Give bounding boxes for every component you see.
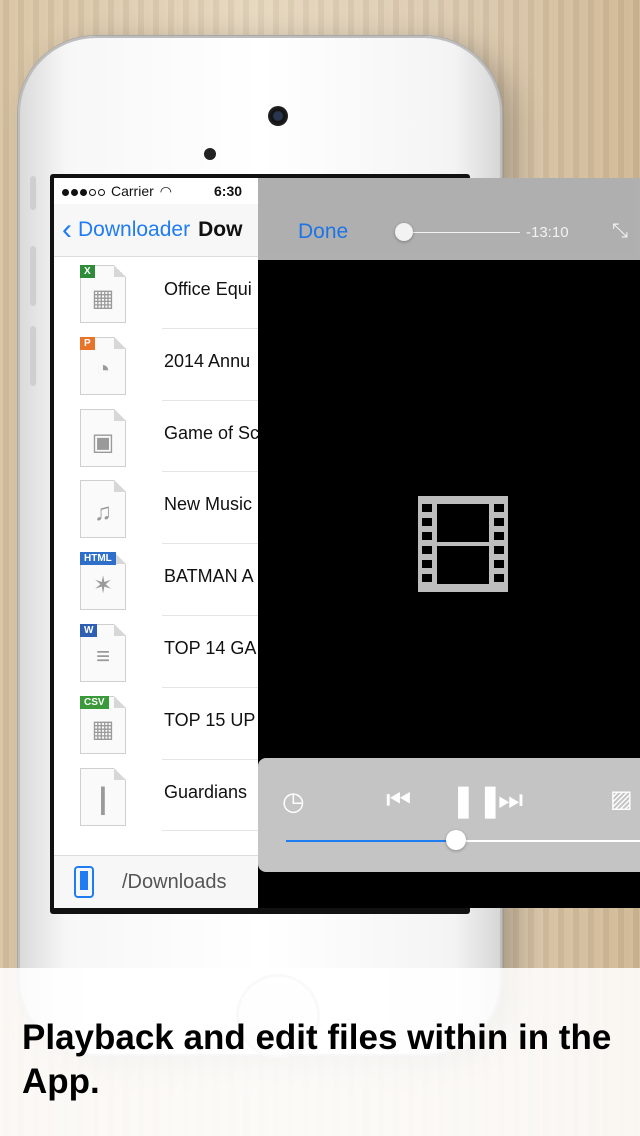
file-type-badge: CSV xyxy=(80,695,109,709)
status-time: 6:30 xyxy=(214,183,243,199)
exit-fullscreen-icon[interactable]: ⤡ xyxy=(612,220,628,243)
proximity-sensor xyxy=(204,148,216,160)
device-icon[interactable] xyxy=(74,866,94,898)
file-name: New Music xyxy=(164,494,253,515)
file-type-badge: W xyxy=(80,623,98,637)
next-track-icon[interactable]: ⏭ xyxy=(498,786,523,814)
front-camera xyxy=(268,106,288,126)
file-glyph-icon: ▦ xyxy=(91,715,115,743)
previous-track-icon[interactable]: ⏮ xyxy=(386,786,411,814)
volume-knob[interactable] xyxy=(445,830,466,850)
carrier-label: Carrier xyxy=(111,183,154,199)
file-name: Office Equi xyxy=(164,279,252,299)
pause-icon[interactable]: ❚❚ xyxy=(450,784,504,816)
current-path: /Downloads xyxy=(122,870,227,893)
file-glyph-icon: ✶ xyxy=(92,572,114,600)
file-glyph-icon: ◔ xyxy=(95,355,111,383)
scrubber-track[interactable] xyxy=(398,232,520,233)
mute-switch xyxy=(30,176,36,210)
file-type-badge: P xyxy=(80,336,95,350)
back-button[interactable]: Downloader xyxy=(78,218,190,242)
file-icon: CSV ▦ xyxy=(80,695,126,754)
film-strip-icon xyxy=(418,496,508,592)
picture-icon[interactable]: ▨ xyxy=(610,788,633,812)
file-icon: ┃ xyxy=(80,767,126,826)
nav-title: Dow xyxy=(198,218,243,241)
file-name: TOP 15 UP xyxy=(164,709,256,730)
file-name: BATMAN A xyxy=(164,566,254,587)
signal-dots xyxy=(62,183,107,199)
file-glyph-icon: ┃ xyxy=(95,787,111,815)
file-icon: W ≡ xyxy=(80,623,126,682)
file-icon: ▣ xyxy=(80,408,126,467)
scrubber-knob[interactable] xyxy=(395,223,414,241)
file-name: Game of Sc xyxy=(164,422,260,443)
file-icon: X ▦ xyxy=(80,265,126,323)
file-glyph-icon: ▣ xyxy=(91,428,115,456)
file-icon: ♫ xyxy=(80,480,126,539)
volume-fill xyxy=(286,840,456,842)
file-glyph-icon: ≡ xyxy=(95,642,110,670)
caption-text: Playback and edit files within in the Ap… xyxy=(22,1018,612,1101)
file-name: Guardians xyxy=(164,781,248,802)
clock-icon[interactable]: ◷ xyxy=(282,788,305,814)
file-type-badge: X xyxy=(80,265,95,278)
player-top-bar: Done -13:10 ⤡ xyxy=(258,178,640,260)
back-chevron-icon[interactable]: ‹ xyxy=(62,215,72,245)
file-type-badge: HTML xyxy=(80,552,116,566)
file-icon: HTML ✶ xyxy=(80,552,126,611)
file-name: 2014 Annu xyxy=(164,350,251,371)
volume-down-button xyxy=(30,326,36,386)
volume-up-button xyxy=(30,246,36,306)
done-button[interactable]: Done xyxy=(298,220,348,244)
file-name: TOP 14 GA xyxy=(164,637,257,658)
file-glyph-icon: ♫ xyxy=(94,499,112,527)
time-remaining: -13:10 xyxy=(526,224,569,241)
wifi-icon: ◠ xyxy=(159,182,172,199)
player-controls: ◷ ⏮ ❚❚ ⏭ ▨ xyxy=(258,758,640,872)
file-glyph-icon: ▦ xyxy=(91,285,115,312)
video-player: Done -13:10 ⤡ ◷ ⏮ ❚❚ ⏭ ▨ xyxy=(258,178,640,908)
file-icon: P ◔ xyxy=(80,336,126,395)
